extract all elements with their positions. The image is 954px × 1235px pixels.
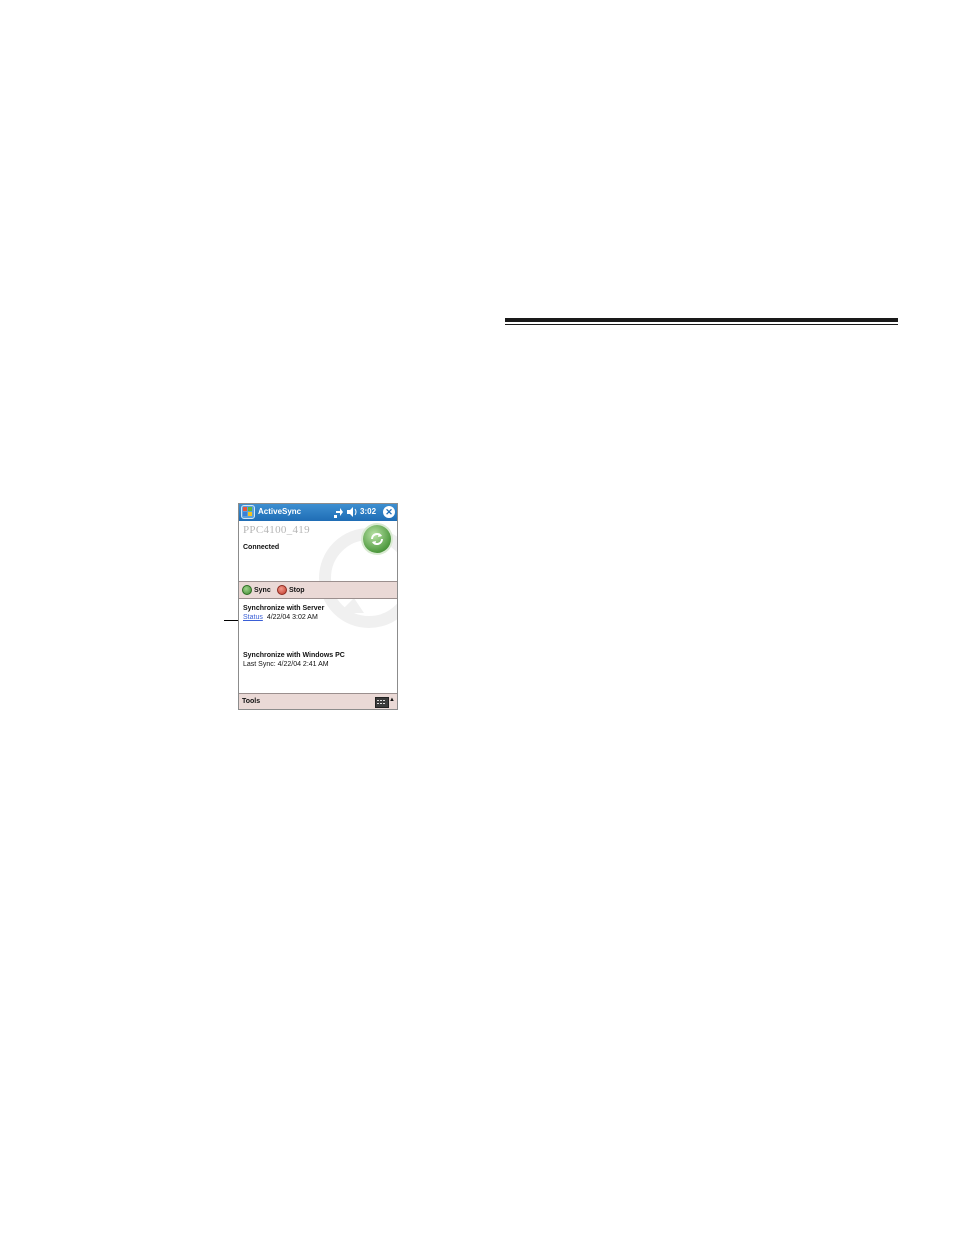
tools-menu[interactable]: Tools <box>242 698 260 705</box>
server-sync-status-line: Status 4/22/04 3:02 AM <box>243 614 318 621</box>
menu-bar: Tools ▲ <box>239 693 397 709</box>
volume-icon[interactable] <box>347 507 358 517</box>
toolbar: Sync Stop <box>239 581 397 599</box>
start-icon[interactable] <box>241 505 255 519</box>
stop-icon <box>277 585 287 595</box>
connection-status: Connected <box>243 544 280 551</box>
server-sync-datetime: 4/22/04 3:02 AM <box>266 614 318 621</box>
up-arrow-icon[interactable]: ▲ <box>389 697 395 703</box>
keyboard-icon[interactable] <box>375 697 389 708</box>
connection-icon[interactable] <box>334 506 344 518</box>
pc-last-sync: Last Sync: 4/22/04 2:41 AM <box>243 661 329 668</box>
server-status-link[interactable]: Status <box>243 614 263 621</box>
device-name: PPC4100_419 <box>243 524 310 536</box>
clock[interactable]: 3:02 <box>360 507 376 516</box>
sync-button[interactable]: Sync <box>242 584 271 596</box>
stop-label: Stop <box>289 586 305 594</box>
sync-label: Sync <box>254 586 271 594</box>
close-icon[interactable]: ✕ <box>383 506 395 518</box>
sync-globe-icon[interactable] <box>363 525 391 553</box>
stop-button[interactable]: Stop <box>277 584 305 596</box>
header-rule-thick <box>505 318 898 322</box>
sync-icon <box>242 585 252 595</box>
server-sync-title: Synchronize with Server <box>243 605 325 612</box>
header-rule-thin <box>505 324 898 325</box>
pocketpc-screen: ActiveSync 3:02 ✕ PPC4100_419 Connected … <box>238 503 398 710</box>
app-title: ActiveSync <box>258 507 302 516</box>
pc-sync-title: Synchronize with Windows PC <box>243 652 345 659</box>
